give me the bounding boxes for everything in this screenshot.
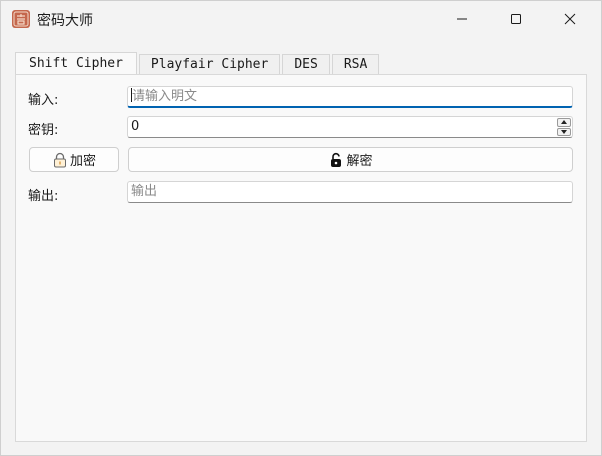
chevron-up-icon — [561, 120, 567, 125]
encrypt-label: 加密 — [69, 154, 96, 169]
chevron-down-icon — [561, 129, 567, 134]
input-placeholder: 请输入明文 — [132, 89, 198, 104]
key-value: 0 — [131, 119, 140, 134]
minimize-button[interactable] — [439, 1, 485, 37]
tab-rsa[interactable]: RSA — [331, 54, 380, 75]
encrypt-button[interactable]: 加密 — [29, 147, 119, 172]
decrypt-button[interactable]: 解密 — [128, 147, 573, 172]
tab-shift-cipher[interactable]: Shift Cipher — [15, 52, 137, 75]
maximize-icon — [510, 13, 522, 25]
decrypt-label: 解密 — [346, 154, 373, 169]
minimize-icon — [456, 13, 468, 25]
app-window: 密码大师 Shift Cipher Playfair Cipher DES RS… — [0, 0, 602, 456]
increment-button[interactable] — [557, 118, 571, 127]
close-icon — [564, 13, 576, 25]
cipher-seal-icon — [11, 9, 31, 29]
title-bar[interactable]: 密码大师 — [1, 1, 601, 37]
output-label: 输出: — [28, 189, 59, 204]
maximize-button[interactable] — [493, 1, 539, 37]
output-field[interactable]: 输出 — [127, 181, 573, 203]
input-label: 输入: — [28, 93, 59, 108]
key-stepper[interactable] — [557, 118, 571, 136]
decrement-button[interactable] — [557, 127, 571, 136]
key-label: 密钥: — [28, 123, 59, 138]
window-title: 密码大师 — [37, 13, 93, 29]
input-field[interactable]: 请输入明文 — [127, 86, 573, 108]
key-spinbox[interactable]: 0 — [127, 116, 573, 138]
tab-playfair-cipher[interactable]: Playfair Cipher — [138, 54, 281, 75]
output-placeholder: 输出 — [131, 184, 158, 199]
tab-des[interactable]: DES — [282, 54, 330, 75]
tab-bar: Shift Cipher Playfair Cipher DES RSA — [15, 52, 381, 75]
close-button[interactable] — [547, 1, 593, 37]
unlock-icon — [328, 152, 344, 168]
padlock-icon — [52, 152, 68, 168]
